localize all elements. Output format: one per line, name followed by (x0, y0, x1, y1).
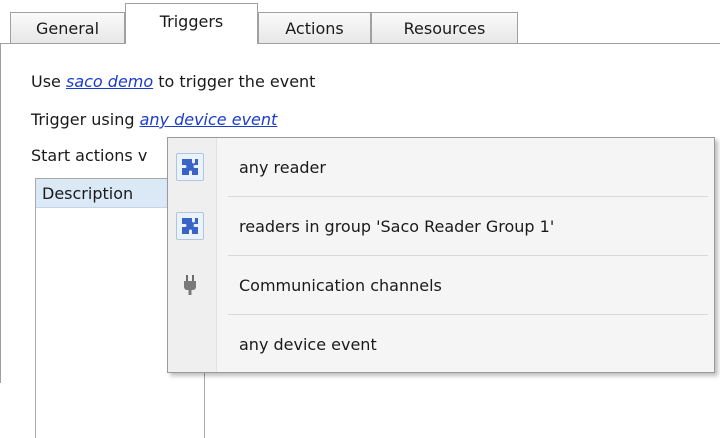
use-suffix: to trigger the event (158, 72, 316, 91)
trigger-line: Trigger using any device event (31, 110, 277, 129)
tab-actions[interactable]: Actions (258, 12, 371, 43)
trigger-source-menu: any reader readers in group 'Saco Reader… (167, 137, 715, 373)
tab-strip: General Triggers Actions Resources (0, 0, 720, 44)
menu-item-label: any device event (239, 334, 377, 354)
tab-general[interactable]: General (10, 12, 125, 43)
menu-item-label: readers in group 'Saco Reader Group 1' (239, 216, 555, 236)
menu-item-readers-in-group[interactable]: readers in group 'Saco Reader Group 1' (168, 197, 714, 255)
use-prefix: Use (31, 72, 61, 91)
saco-demo-link[interactable]: saco demo (66, 72, 153, 91)
use-line: Use saco demo to trigger the event (31, 72, 315, 91)
trigger-prefix: Trigger using (31, 110, 135, 129)
plug-icon (176, 271, 204, 299)
menu-item-label: Communication channels (239, 275, 442, 295)
start-actions-prefix: Start actions v (31, 146, 148, 165)
trigger-source-link[interactable]: any device event (140, 110, 278, 129)
puzzle-icon (176, 153, 204, 181)
menu-item-label: any reader (239, 157, 326, 177)
puzzle-icon (176, 212, 204, 240)
tab-resources[interactable]: Resources (371, 12, 518, 43)
description-header-label: Description (42, 183, 134, 203)
menu-item-any-reader[interactable]: any reader (168, 138, 714, 196)
start-actions-line: Start actions v (31, 146, 147, 165)
tab-triggers[interactable]: Triggers (125, 3, 258, 44)
menu-item-any-device-event[interactable]: any device event (168, 315, 714, 373)
menu-item-communication-channels[interactable]: Communication channels (168, 256, 714, 314)
